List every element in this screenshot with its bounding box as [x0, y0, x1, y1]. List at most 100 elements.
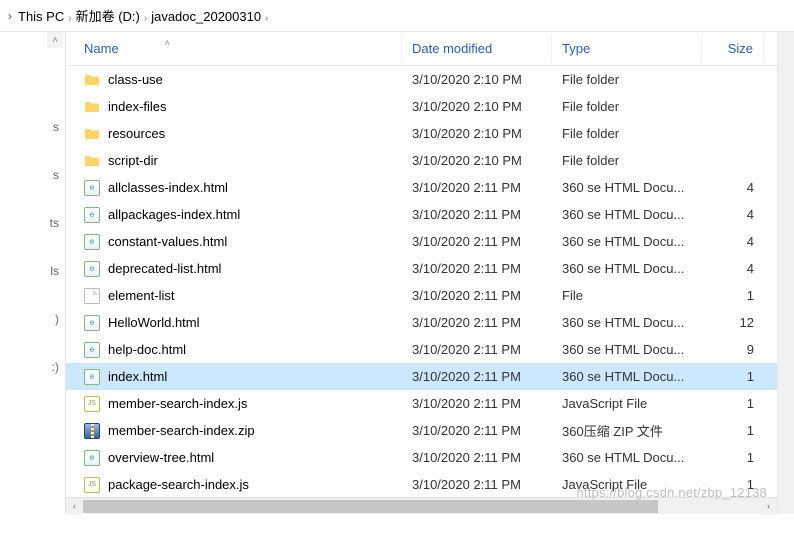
- nav-tree-fragment[interactable]: s: [53, 168, 59, 186]
- file-row[interactable]: ehelp-doc.html3/10/2020 2:11 PM360 se HT…: [66, 336, 777, 363]
- file-row[interactable]: element-list3/10/2020 2:11 PMFile1: [66, 282, 777, 309]
- column-header-name[interactable]: Name ˄: [66, 35, 402, 62]
- file-row[interactable]: index-files 3/10/2020 2:10 PMFile folder: [66, 93, 777, 120]
- file-icon: [84, 288, 100, 304]
- horizontal-scrollbar[interactable]: ‹ ›: [66, 497, 777, 514]
- file-name: deprecated-list.html: [108, 261, 221, 276]
- folder-icon: [84, 99, 100, 115]
- file-row[interactable]: eallpackages-index.html3/10/2020 2:11 PM…: [66, 201, 777, 228]
- file-date: 3/10/2020 2:11 PM: [402, 180, 552, 195]
- chevron-right-icon: ›: [140, 13, 151, 24]
- file-name: resources: [108, 126, 165, 141]
- file-name: index-files: [108, 99, 167, 114]
- file-row[interactable]: eoverview-tree.html3/10/2020 2:11 PM360 …: [66, 444, 777, 471]
- file-size: 1: [702, 450, 764, 465]
- file-row[interactable]: member-search-index.zip3/10/2020 2:11 PM…: [66, 417, 777, 444]
- zip-file-icon: [84, 423, 100, 439]
- nav-tree-fragment[interactable]: s: [53, 120, 59, 138]
- file-date: 3/10/2020 2:11 PM: [402, 477, 552, 492]
- file-name: allclasses-index.html: [108, 180, 228, 195]
- chevron-up-icon: ˄: [52, 35, 58, 46]
- file-row[interactable]: eallclasses-index.html3/10/2020 2:11 PM3…: [66, 174, 777, 201]
- file-type: 360 se HTML Docu...: [552, 207, 702, 222]
- file-type: 360 se HTML Docu...: [552, 450, 702, 465]
- file-name: HelloWorld.html: [108, 315, 200, 330]
- file-row[interactable]: resources3/10/2020 2:10 PMFile folder: [66, 120, 777, 147]
- chevron-right-icon: ›: [64, 13, 75, 24]
- html-file-icon: e: [84, 315, 100, 331]
- breadcrumb-item[interactable]: This PC: [18, 9, 64, 24]
- file-type: JavaScript File: [552, 477, 702, 492]
- file-row[interactable]: script-dir3/10/2020 2:10 PMFile folder: [66, 147, 777, 174]
- file-size: 12: [702, 315, 764, 330]
- file-type: File folder: [552, 99, 702, 114]
- chevron-right-icon: ›: [261, 13, 272, 24]
- file-name: allpackages-index.html: [108, 207, 240, 222]
- file-type: 360 se HTML Docu...: [552, 315, 702, 330]
- file-row[interactable]: class-use3/10/2020 2:10 PMFile folder: [66, 66, 777, 93]
- html-file-icon: e: [84, 207, 100, 223]
- file-type: File folder: [552, 153, 702, 168]
- html-file-icon: e: [84, 369, 100, 385]
- file-date: 3/10/2020 2:11 PM: [402, 234, 552, 249]
- html-file-icon: e: [84, 180, 100, 196]
- file-name: index.html: [108, 369, 167, 384]
- file-date: 3/10/2020 2:10 PM: [402, 99, 552, 114]
- vertical-scrollbar[interactable]: [777, 32, 794, 514]
- file-date: 3/10/2020 2:11 PM: [402, 315, 552, 330]
- address-bar[interactable]: › This PC›新加卷 (D:)›javadoc_20200310›: [0, 0, 794, 32]
- file-date: 3/10/2020 2:11 PM: [402, 396, 552, 411]
- sort-indicator-icon: ˄: [165, 38, 170, 48]
- file-size: 4: [702, 261, 764, 276]
- folder-icon: [84, 72, 100, 88]
- js-file-icon: JS: [84, 477, 100, 493]
- html-file-icon: e: [84, 342, 100, 358]
- file-row[interactable]: econstant-values.html3/10/2020 2:11 PM36…: [66, 228, 777, 255]
- file-name: constant-values.html: [108, 234, 227, 249]
- nav-tree-fragment[interactable]: ): [55, 312, 59, 330]
- column-header-type[interactable]: Type: [552, 35, 702, 62]
- file-name: package-search-index.js: [108, 477, 249, 492]
- nav-tree-fragment[interactable]: ls: [50, 264, 59, 282]
- file-date: 3/10/2020 2:11 PM: [402, 450, 552, 465]
- file-size: 1: [702, 396, 764, 411]
- file-date: 3/10/2020 2:11 PM: [402, 369, 552, 384]
- file-row[interactable]: JS member-search-index.js 3/10/2020 2:11 P…: [66, 390, 777, 417]
- file-name: member-search-index.js: [108, 396, 247, 411]
- file-row[interactable]: e HelloWorld.html 3/10/2020 2:11 PM360 se …: [66, 309, 777, 336]
- file-size: 4: [702, 207, 764, 222]
- file-type: JavaScript File: [552, 396, 702, 411]
- nav-tree-fragment[interactable]: ts: [50, 216, 59, 234]
- scroll-up-button[interactable]: ˄: [47, 32, 63, 48]
- file-date: 3/10/2020 2:10 PM: [402, 72, 552, 87]
- file-size: 4: [702, 234, 764, 249]
- file-type: File folder: [552, 126, 702, 141]
- file-date: 3/10/2020 2:11 PM: [402, 261, 552, 276]
- file-type: 360 se HTML Docu...: [552, 261, 702, 276]
- file-date: 3/10/2020 2:11 PM: [402, 342, 552, 357]
- html-file-icon: e: [84, 261, 100, 277]
- file-row[interactable]: eindex.html3/10/2020 2:11 PM360 se HTML …: [66, 363, 777, 390]
- breadcrumb-item[interactable]: 新加卷 (D:): [76, 6, 140, 25]
- file-type: 360 se HTML Docu...: [552, 234, 702, 249]
- file-type: 360压缩 ZIP 文件: [552, 421, 702, 440]
- js-file-icon: JS: [84, 396, 100, 412]
- column-header-date[interactable]: Date modified: [402, 35, 552, 62]
- scrollbar-thumb[interactable]: [83, 500, 658, 513]
- file-size: 1: [702, 477, 764, 492]
- file-size: 9: [702, 342, 764, 357]
- folder-icon: [84, 153, 100, 169]
- column-header-size[interactable]: Size: [702, 35, 764, 62]
- breadcrumb-item[interactable]: javadoc_20200310: [151, 9, 261, 24]
- scroll-right-button[interactable]: ›: [760, 498, 777, 515]
- file-type: File: [552, 288, 702, 303]
- file-type: 360 se HTML Docu...: [552, 342, 702, 357]
- column-header-label: Name: [84, 41, 119, 56]
- scroll-left-button[interactable]: ‹: [66, 498, 83, 515]
- file-date: 3/10/2020 2:11 PM: [402, 288, 552, 303]
- file-row[interactable]: e deprecated-list.html 3/10/2020 2:11 PM36…: [66, 255, 777, 282]
- file-name: element-list: [108, 288, 174, 303]
- file-row[interactable]: JS package-search-index.js 3/10/2020 2:11 …: [66, 471, 777, 497]
- html-file-icon: e: [84, 450, 100, 466]
- nav-tree-fragment[interactable]: :): [52, 360, 59, 378]
